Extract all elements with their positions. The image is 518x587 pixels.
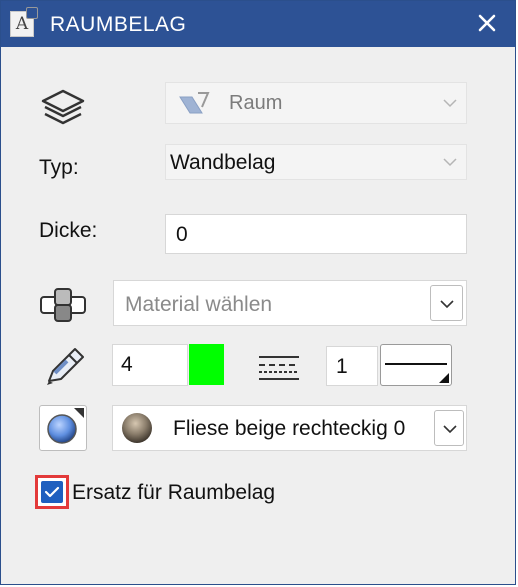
- typ-value: Wandbelag: [170, 151, 276, 174]
- linetype-preview-button[interactable]: [380, 344, 452, 386]
- dicke-input[interactable]: 0: [165, 214, 467, 254]
- pen-width-input[interactable]: 4: [112, 344, 188, 386]
- dialog-content: Raum Typ: Wandbelag Dicke: 0 Material wä…: [1, 47, 515, 586]
- layer-room-icon: [179, 92, 210, 114]
- linetype-input[interactable]: 1: [326, 346, 378, 386]
- app-icon: A: [10, 7, 38, 37]
- dicke-value: 0: [176, 223, 188, 246]
- material-dropdown[interactable]: Material wählen: [113, 280, 467, 326]
- chevron-down-icon: [440, 300, 454, 309]
- raumbelag-dialog: A RAUMBELAG Raum Typ: Wandbelag Dicke: 0…: [0, 0, 516, 585]
- layer-dropdown[interactable]: Raum: [165, 82, 467, 124]
- typ-chevron[interactable]: [434, 145, 466, 179]
- title-bar[interactable]: A RAUMBELAG: [1, 1, 515, 47]
- layers-icon: [41, 89, 85, 125]
- ersatz-checkbox-highlight: [35, 475, 69, 509]
- surface-dropdown[interactable]: Fliese beige rechteckig 0: [112, 405, 467, 451]
- ersatz-checkbox[interactable]: [41, 481, 63, 503]
- linetype-value: 1: [336, 355, 348, 378]
- surface-dropdown-button[interactable]: [434, 410, 464, 446]
- close-icon: [478, 14, 496, 32]
- close-button[interactable]: [473, 9, 501, 37]
- ersatz-label[interactable]: Ersatz für Raumbelag: [72, 481, 275, 505]
- material-placeholder: Material wählen: [125, 293, 273, 316]
- surface-texture-icon: [122, 413, 152, 443]
- dialog-title: RAUMBELAG: [50, 13, 187, 36]
- pen-width-value: 4: [121, 353, 133, 376]
- app-icon-badge: [26, 7, 38, 19]
- layer-value: Raum: [229, 92, 283, 114]
- chevron-down-icon: [443, 157, 457, 166]
- pen-icon: [47, 348, 84, 385]
- dicke-label: Dicke:: [39, 219, 98, 242]
- surface-value: Fliese beige rechteckig 0: [173, 417, 406, 440]
- material-icon: [40, 288, 86, 322]
- checkmark-icon: [44, 486, 60, 498]
- typ-dropdown[interactable]: Wandbelag: [165, 144, 467, 180]
- line-preview-icon: [385, 363, 449, 383]
- layer-chevron[interactable]: [434, 83, 466, 123]
- material-dropdown-button[interactable]: [430, 285, 463, 321]
- surface-sphere-icon: [47, 408, 84, 444]
- surface-button[interactable]: [39, 405, 87, 451]
- pen-color-swatch[interactable]: [189, 344, 224, 385]
- chevron-down-icon: [443, 425, 457, 434]
- chevron-down-icon: [443, 98, 457, 107]
- typ-label: Typ:: [39, 156, 79, 179]
- linetype-icon: [259, 356, 299, 380]
